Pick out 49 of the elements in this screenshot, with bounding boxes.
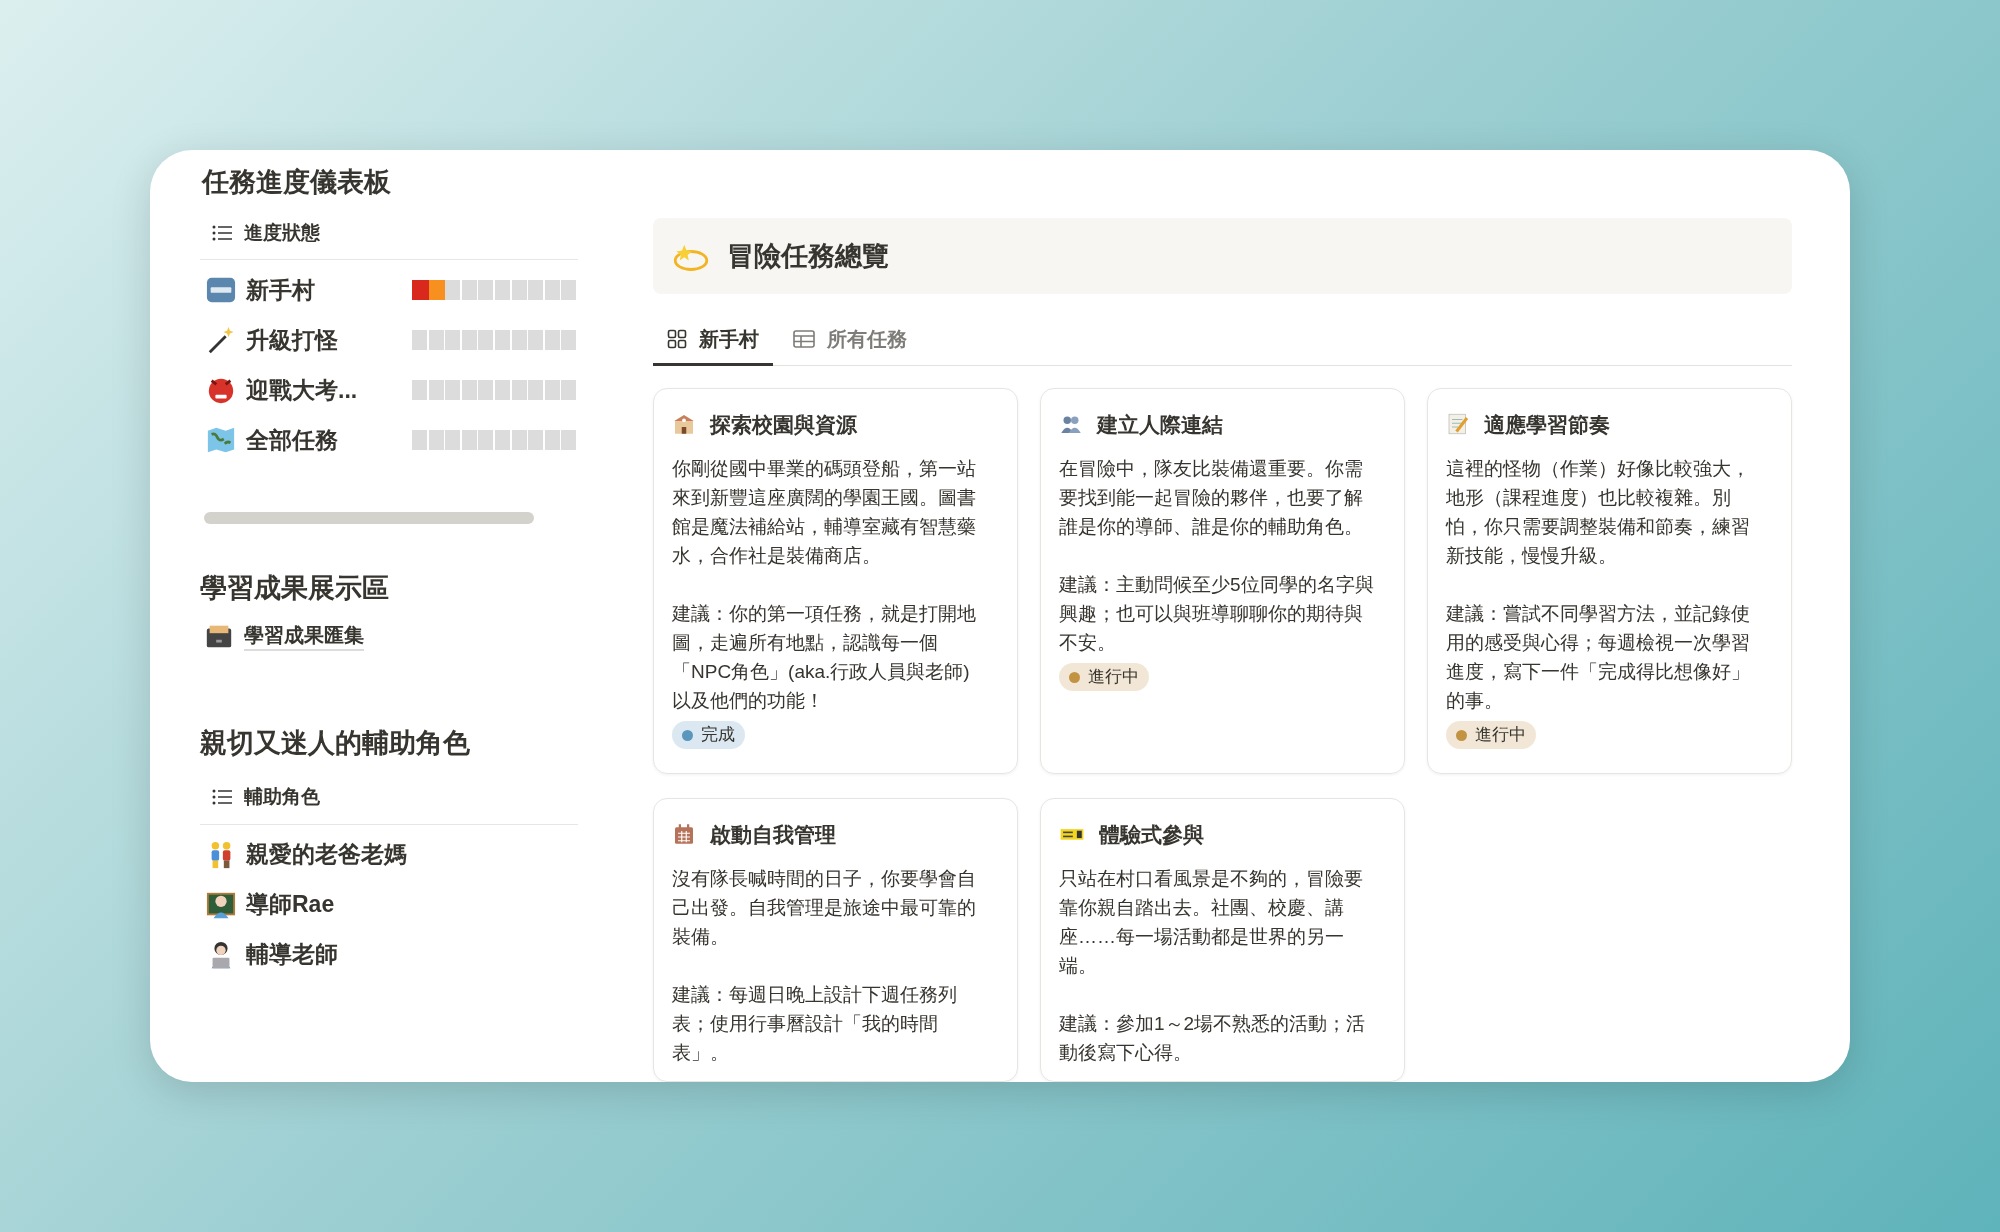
new-badge-icon (206, 275, 236, 305)
card-description: 建議：每週日晚上設計下週任務列表；使用行事曆設計「我的時間表」。 (672, 983, 958, 1065)
card-description: 建議：參加1～2場不熟悉的活動；活動後寫下心得。 (1059, 1012, 1367, 1065)
list-icon (212, 224, 232, 241)
card-title: 建立人際連結 (1097, 411, 1223, 438)
card-description: 沒有隊長喊時間的日子，你要學會自己出發。自我管理是旅途中最可靠的裝備。 (672, 867, 977, 949)
view-tab[interactable]: 所有任務 (779, 315, 921, 366)
database-title: 冒險任務總覽 (727, 239, 889, 273)
card-title: 啟動自我管理 (710, 821, 836, 848)
card-description: 你剛從國中畢業的碼頭登船，第一站來到新豐這座廣闊的學園王國。圖書館是魔法補給站，輔導室藏有智慧藥水，合作社是裝備商店。 (672, 457, 977, 568)
task-card[interactable]: 體驗式參與 只站在村口看風景是不夠的，冒險要靠你親自踏出去。社團、校慶、講座……每一場活動都是世界的另一端。 建議：參加1～2場不熟悉的活動；活動後寫下心得。 (1040, 797, 1405, 1082)
card-title: 探索校園與資源 (710, 411, 857, 438)
calendar-icon (672, 822, 696, 847)
progress-row-label[interactable]: 升級打怪 (246, 322, 412, 358)
task-card[interactable]: 適應學習節奏 這裡的怪物（作業）好像比較強大，地形（課程進度）也比較複雜。別怕，你只需要調整裝備和節奏，練習新技能，慢慢升級。 建議：嘗試不同學習方法，並記錄使用的感受與心得；每週檢視一次學習進度，寫下一件「完成得比想像好」的事。 進行中 (1427, 387, 1792, 774)
view-tab[interactable]: 進度狀態 (212, 218, 320, 247)
table-view-icon (793, 330, 815, 348)
card-description: 只站在村口看風景是不夠的，冒險要靠你親自踏出去。社團、校慶、講座……每一場活動都是世界的另一端。 (1059, 867, 1364, 978)
board-view-icon (667, 329, 687, 349)
scrollbar[interactable] (204, 512, 534, 524)
card-description: 建議：你的第一項任務，就是打開地圖，走遍所有地點，認識每一個「NPC角色」(aka.行政人員與老師)以及他們的功能！ (672, 602, 977, 713)
task-card[interactable]: 啟動自我管理 沒有隊長喊時間的日子，你要學會自己出發。自我管理是旅途中最可靠的裝備。 建議：每週日晚上設計下週任務列表；使用行事曆設計「我的時間表」。 (653, 797, 1018, 1082)
helper-item[interactable]: 導師Rae (246, 887, 335, 922)
helper-item[interactable]: 親愛的老爸老媽 (246, 837, 407, 872)
view-tab[interactable]: 輔助角色 (212, 783, 320, 812)
task-card[interactable]: 探索校園與資源 你剛從國中畢業的碼頭登船，第一站來到新豐這座廣闊的學園王國。圖書館是魔法補給站，輔導室藏有智慧藥水，合作社是裝備商店。 建議：你的第一項任務，就是打開地圖，走遍所有地點，認識每一個「NPC角色」(aka.行政人員與老師)以及他們的功能！ 完成 (653, 387, 1018, 774)
status-label: 進行中 (1475, 724, 1526, 747)
progress-row-label[interactable]: 新手村 (246, 272, 412, 308)
list-icon (212, 789, 232, 806)
section-title: 任務進度儀表板 (200, 166, 392, 199)
helper-item[interactable]: 輔導老師 (246, 937, 338, 972)
memo-icon (1446, 412, 1470, 437)
card-description: 建議：嘗試不同學習方法，並記錄使用的感受與心得；每週檢視一次學習進度，寫下一件「完成得比想像好」的事。 (1446, 602, 1751, 713)
progress-row-label[interactable]: 全部任務 (246, 422, 412, 458)
status-label: 進行中 (1088, 666, 1139, 689)
page-link[interactable]: 學習成果匯集 (244, 620, 364, 651)
task-card[interactable]: 建立人際連結 在冒險中，隊友比裝備還重要。你需要找到能一起冒險的夥伴，也要了解誰是你的導師、誰是你的輔助角色。 建議：主動問候至少5位同學的名字與興趣；也可以與班導聊聊你的期待與不安。 進行中 (1040, 387, 1405, 774)
school-icon (672, 412, 696, 437)
section-title: 學習成果展示區 (200, 572, 390, 605)
view-tab[interactable]: 新手村 (653, 315, 773, 366)
card-title: 體驗式參與 (1099, 821, 1204, 848)
card-description: 這裡的怪物（作業）好像比較強大，地形（課程進度）也比較複雜。別怕，你只需要調整裝備和節奏，練習新技能，慢慢升級。 (1446, 457, 1751, 568)
section-title: 親切又迷人的輔助角色 (200, 726, 471, 760)
card-title: 適應學習節奏 (1484, 411, 1610, 438)
map-icon (206, 425, 236, 455)
status-label: 完成 (701, 724, 735, 747)
progress-row-label[interactable]: 迎戰大考... (246, 372, 412, 408)
card-description: 建議：主動問候至少5位同學的名字與興趣；也可以與班導聊聊你的期待與不安。 (1059, 573, 1375, 655)
card-description: 在冒險中，隊友比裝備還重要。你需要找到能一起冒險的夥伴，也要了解誰是你的導師、誰是你的輔助角色。 (1059, 457, 1364, 539)
